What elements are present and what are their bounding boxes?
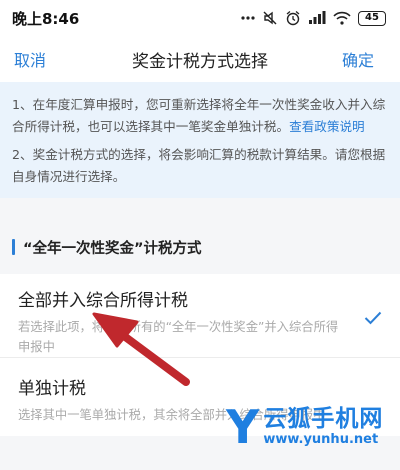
section-title: “全年一次性奖金”计税方式	[23, 240, 202, 257]
battery-icon: 45	[358, 10, 386, 26]
page-title: 奖金计税方式选择	[132, 51, 268, 72]
notice-item-2: 2、奖金计税方式的选择，将会影响汇算的税款计算结果。请您根据自身情况进行选择。	[12, 147, 386, 184]
watermark-url: www.yunhu.net	[263, 431, 379, 447]
notice-box: 1、在年度汇算申报时，您可重新选择将全年一次性奖金收入并入综合所得计税，也可以选…	[0, 82, 400, 198]
watermark-name: 云狐手机网	[263, 405, 384, 432]
alarm-icon	[285, 10, 301, 26]
section-accent-bar	[12, 239, 15, 255]
policy-link[interactable]: 查看政策说明	[289, 119, 365, 134]
status-bar: 晚上8:46 45	[0, 0, 400, 36]
notice-item-1: 1、在年度汇算申报时，您可重新选择将全年一次性奖金收入并入综合所得计税，也可以选…	[12, 94, 386, 138]
cancel-button[interactable]: 取消	[14, 47, 46, 71]
check-icon	[364, 310, 382, 329]
option-combined-taxation[interactable]: 全部并入综合所得计税 若选择此项，将会把所有的“全年一次性奖金”并入综合所得申报…	[0, 274, 400, 358]
mute-icon	[262, 10, 278, 26]
confirm-button[interactable]: 确定	[342, 47, 374, 71]
nav-bar: 取消 奖金计税方式选择 确定	[0, 36, 400, 82]
watermark-text: 云狐手机网 www.yunhu.net	[263, 405, 384, 448]
status-time: 晚上8:46	[12, 9, 80, 28]
option-title: 单独计税	[18, 379, 86, 399]
watermark-logo: Y 云狐手机网 www.yunhu.net	[226, 404, 383, 450]
cellular-icon	[308, 11, 326, 25]
wifi-icon	[333, 11, 351, 25]
option-title: 全部并入综合所得计税	[18, 291, 188, 311]
watermark-logo-letter: Y	[226, 400, 260, 454]
status-icons: 45	[241, 10, 386, 26]
dots-icon	[241, 16, 255, 20]
section-header: “全年一次性奖金”计税方式	[0, 228, 400, 266]
option-description: 若选择此项，将会把所有的“全年一次性奖金”并入综合所得申报中	[18, 320, 339, 354]
